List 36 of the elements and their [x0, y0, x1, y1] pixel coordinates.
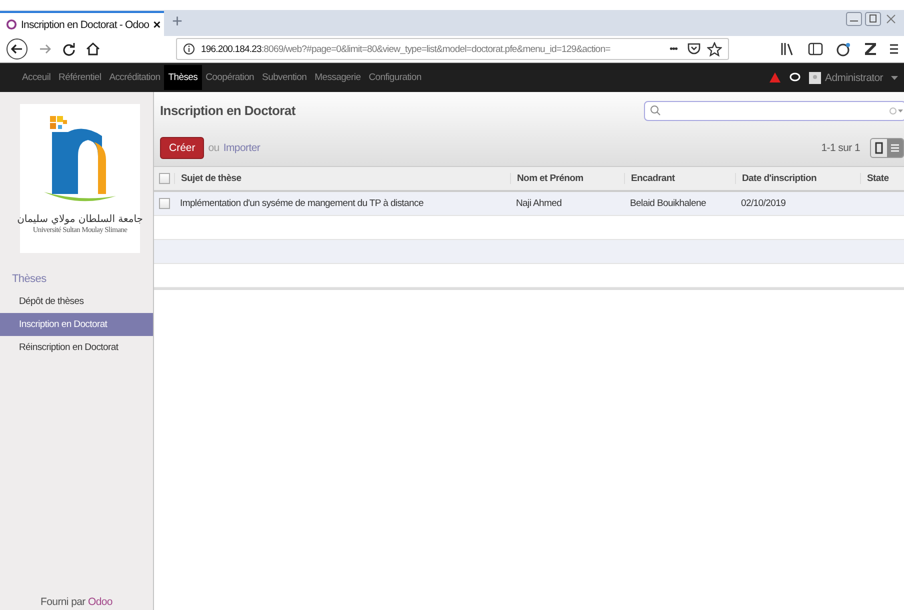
close-icon[interactable]: ×: [153, 17, 160, 32]
menu-item[interactable]: Messagerie: [310, 65, 365, 90]
column-header[interactable]: Sujet de thèse: [174, 173, 510, 184]
odoo-link[interactable]: Odoo: [88, 596, 112, 608]
table-cell: 02/10/2019: [741, 198, 786, 209]
menu-item[interactable]: Thèses: [164, 65, 202, 90]
column-header[interactable]: Nom et Prénom: [510, 173, 624, 184]
column-header[interactable]: Date d'inscription: [735, 173, 860, 184]
menu-item[interactable]: Subvention: [258, 65, 311, 90]
pager-text: 1-1 sur 1: [821, 142, 860, 154]
logo-arabic-text: جامعة السلطان مولاي سليمان: [17, 214, 143, 225]
url-text: 196.200.184.23:8069/web?#page=0&limit=80&view_type=list&model=doctorat.pfe&menu_id=129&action=: [201, 44, 612, 54]
table-cell: Belaid Bouikhalene: [630, 198, 706, 209]
menu-item[interactable]: Accréditation: [105, 65, 164, 90]
menu-item[interactable]: Coopération: [202, 65, 258, 90]
column-header[interactable]: Encadrant: [624, 173, 735, 184]
table-cell: Naji Ahmed: [516, 198, 562, 209]
tab-title: Inscription en Doctorat - Odoo: [21, 18, 150, 30]
address-bar[interactable]: 196.200.184.23:8069/web?#page=0&limit=80&view_type=list&model=doctorat.pfe&menu_id=129&action= •••: [176, 38, 729, 60]
footer-text: Fourni par Odoo: [40, 596, 114, 610]
sidebar-item[interactable]: Dépôt de thèses: [0, 290, 153, 313]
view-title: Inscription en Doctorat: [160, 103, 296, 118]
menu-item[interactable]: Configuration: [364, 65, 426, 90]
sidebar-item[interactable]: Inscription en Doctorat: [0, 313, 153, 336]
create-button[interactable]: Créer: [160, 136, 204, 158]
sidebar-item[interactable]: Réinscription en Doctorat: [0, 336, 153, 359]
table-row[interactable]: Implémentation d'un syséme de mangement du TP à distance Naji Ahmed Belaid Bouikhalene 02/10/2019: [154, 192, 904, 216]
menu-item[interactable]: Référentiel: [54, 65, 106, 90]
browser-tab[interactable]: Inscription en Doctorat - Odoo ×: [0, 11, 164, 36]
column-header[interactable]: State: [860, 173, 904, 184]
more-icon[interactable]: •••: [669, 44, 677, 54]
menu-item[interactable]: Acceuil: [18, 65, 55, 90]
or-text: ou: [208, 142, 220, 154]
user-menu[interactable]: Administrator: [825, 72, 883, 84]
sidebar-section-title: Thèses: [11, 272, 48, 287]
table-cell: Implémentation d'un syséme de mangement du TP à distance: [180, 198, 424, 209]
